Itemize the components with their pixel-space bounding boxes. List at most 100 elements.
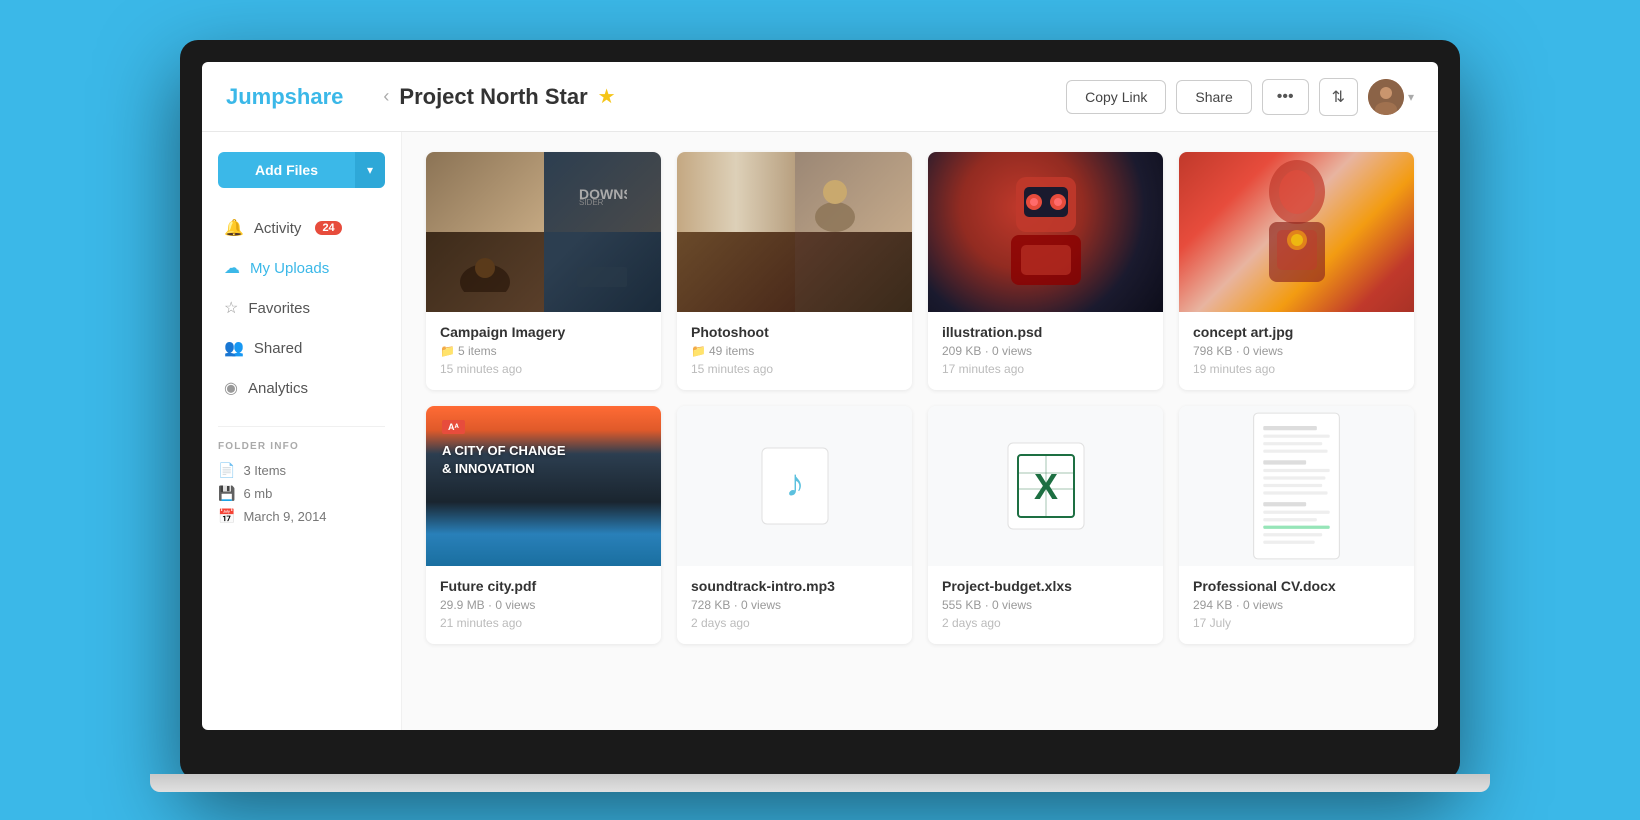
laptop-frame: Jumpshare ‹ Project North Star ★ Copy Li… (180, 40, 1460, 780)
professional-cv-time: 17 July (1193, 616, 1400, 630)
camp-thumb-1 (426, 152, 544, 232)
file-card-photoshoot[interactable]: Photoshoot 📁49 items 15 minutes ago (677, 152, 912, 390)
camp-thumb-4 (544, 232, 662, 312)
illustration-time: 17 minutes ago (942, 362, 1149, 376)
folder-size: 6 mb (243, 486, 272, 501)
illustration-name: illustration.psd (942, 324, 1149, 340)
avatar-dropdown-icon: ▾ (1408, 90, 1414, 104)
project-budget-time: 2 days ago (942, 616, 1149, 630)
future-city-time: 21 minutes ago (440, 616, 647, 630)
camp-thumb-2: DOWNS SIDER (544, 152, 662, 232)
file-card-future-city[interactable]: Aᴬ A CITY OF CHANGE& INNOVATION Future c… (426, 406, 661, 644)
cloud-icon: ☁ (224, 258, 240, 278)
file-card-project-budget[interactable]: X Project-budget.xlxs 555 KB · 0 views 2… (928, 406, 1163, 644)
campaign-time: 15 minutes ago (440, 362, 647, 376)
pdf-overlay-text: A CITY OF CHANGE& INNOVATION (442, 442, 566, 478)
file-card-professional-cv[interactable]: Professional CV.docx 294 KB · 0 views 17… (1179, 406, 1414, 644)
project-budget-meta: 555 KB · 0 views (942, 598, 1149, 612)
professional-cv-name: Professional CV.docx (1193, 578, 1400, 594)
share-button[interactable]: Share (1176, 80, 1251, 114)
copy-link-button[interactable]: Copy Link (1066, 80, 1166, 114)
photo-thumb-1 (677, 152, 795, 232)
file-card-soundtrack[interactable]: ♪ soundtrack-intro.mp3 728 KB · 0 views … (677, 406, 912, 644)
file-card-illustration[interactable]: illustration.psd 209 KB · 0 views 17 min… (928, 152, 1163, 390)
activity-badge: 24 (315, 221, 341, 235)
star-icon[interactable]: ★ (598, 84, 616, 109)
app-window: Jumpshare ‹ Project North Star ★ Copy Li… (202, 62, 1438, 730)
campaign-file-info: Campaign Imagery 📁5 items 15 minutes ago (426, 312, 661, 390)
project-budget-file-info: Project-budget.xlxs 555 KB · 0 views 2 d… (928, 566, 1163, 644)
project-budget-name: Project-budget.xlxs (942, 578, 1149, 594)
folder-info-size: 💾 6 mb (218, 485, 385, 502)
avatar (1368, 79, 1404, 115)
soundtrack-thumbnail: ♪ (677, 406, 912, 566)
analytics-icon: ◉ (224, 378, 238, 398)
soundtrack-file-info: soundtrack-intro.mp3 728 KB · 0 views 2 … (677, 566, 912, 644)
illustration-file-info: illustration.psd 209 KB · 0 views 17 min… (928, 312, 1163, 390)
back-button[interactable]: ‹ (383, 86, 389, 107)
sidebar-item-analytics[interactable]: ◉ Analytics (218, 370, 385, 406)
laptop-base (150, 774, 1490, 792)
photo-thumb-4 (795, 232, 913, 312)
sidebar-label-activity: Activity (254, 220, 302, 237)
folder-items-count: 3 Items (243, 463, 286, 478)
bell-icon: 🔔 (224, 218, 244, 238)
professional-cv-file-info: Professional CV.docx 294 KB · 0 views 17… (1179, 566, 1414, 644)
concept-art-meta: 798 KB · 0 views (1193, 344, 1400, 358)
sidebar-label-shared: Shared (254, 340, 302, 357)
photoshoot-meta: 📁49 items (691, 344, 898, 358)
photoshoot-file-info: Photoshoot 📁49 items 15 minutes ago (677, 312, 912, 390)
star-nav-icon: ☆ (224, 298, 238, 318)
illustration-thumbnail (928, 152, 1163, 312)
concept-art-thumbnail (1179, 152, 1414, 312)
folder-info-title: FOLDER INFO (218, 441, 385, 452)
future-city-file-info: Future city.pdf 29.9 MB · 0 views 21 min… (426, 566, 661, 644)
concept-art-name: concept art.jpg (1193, 324, 1400, 340)
sidebar: Add Files ▾ 🔔 Activity 24 ☁ My Uploads ☆… (202, 132, 402, 730)
illustration-meta: 209 KB · 0 views (942, 344, 1149, 358)
photo-thumb-3 (677, 232, 795, 312)
folder-icon-2: 📁 (691, 344, 706, 358)
sidebar-item-my-uploads[interactable]: ☁ My Uploads (218, 250, 385, 286)
professional-cv-meta: 294 KB · 0 views (1193, 598, 1400, 612)
campaign-meta: 📁5 items (440, 344, 647, 358)
date-icon: 📅 (218, 508, 235, 525)
photoshoot-time: 15 minutes ago (691, 362, 898, 376)
soundtrack-name: soundtrack-intro.mp3 (691, 578, 898, 594)
svg-text:♪: ♪ (785, 463, 804, 505)
soundtrack-meta: 728 KB · 0 views (691, 598, 898, 612)
professional-cv-thumbnail (1179, 406, 1414, 566)
camp-thumb-3 (426, 232, 544, 312)
photoshoot-name: Photoshoot (691, 324, 898, 340)
page-title: Project North Star (399, 84, 587, 110)
future-city-name: Future city.pdf (440, 578, 647, 594)
sidebar-item-activity[interactable]: 🔔 Activity 24 (218, 210, 385, 246)
photo-thumb-2 (795, 152, 913, 232)
items-icon: 📄 (218, 462, 235, 479)
more-options-button[interactable]: ••• (1262, 79, 1309, 115)
sidebar-label-my-uploads: My Uploads (250, 260, 329, 277)
pdf-tag: Aᴬ (442, 420, 465, 434)
folder-info-items: 📄 3 Items (218, 462, 385, 479)
folder-info-section: FOLDER INFO 📄 3 Items 💾 6 mb 📅 March 9, … (218, 426, 385, 531)
concept-art-file-info: concept art.jpg 798 KB · 0 views 19 minu… (1179, 312, 1414, 390)
sort-button[interactable]: ⇅ (1319, 78, 1358, 116)
campaign-thumbnail: DOWNS SIDER (426, 152, 661, 312)
file-card-campaign-imagery[interactable]: DOWNS SIDER (426, 152, 661, 390)
main-layout: Add Files ▾ 🔔 Activity 24 ☁ My Uploads ☆… (202, 132, 1438, 730)
svg-text:SIDER: SIDER (579, 198, 604, 207)
size-icon: 💾 (218, 485, 235, 502)
sidebar-item-shared[interactable]: 👥 Shared (218, 330, 385, 366)
add-files-row: Add Files ▾ (218, 152, 385, 188)
soundtrack-time: 2 days ago (691, 616, 898, 630)
user-avatar-button[interactable]: ▾ (1368, 79, 1414, 115)
header-actions: Copy Link Share ••• ⇅ ▾ (1066, 78, 1414, 116)
photoshoot-thumbnail (677, 152, 912, 312)
add-files-dropdown-button[interactable]: ▾ (355, 152, 385, 188)
sidebar-item-favorites[interactable]: ☆ Favorites (218, 290, 385, 326)
add-files-button[interactable]: Add Files (218, 152, 355, 188)
folder-icon: 📁 (440, 344, 455, 358)
file-card-concept-art[interactable]: concept art.jpg 798 KB · 0 views 19 minu… (1179, 152, 1414, 390)
shared-icon: 👥 (224, 338, 244, 358)
project-budget-thumbnail: X (928, 406, 1163, 566)
